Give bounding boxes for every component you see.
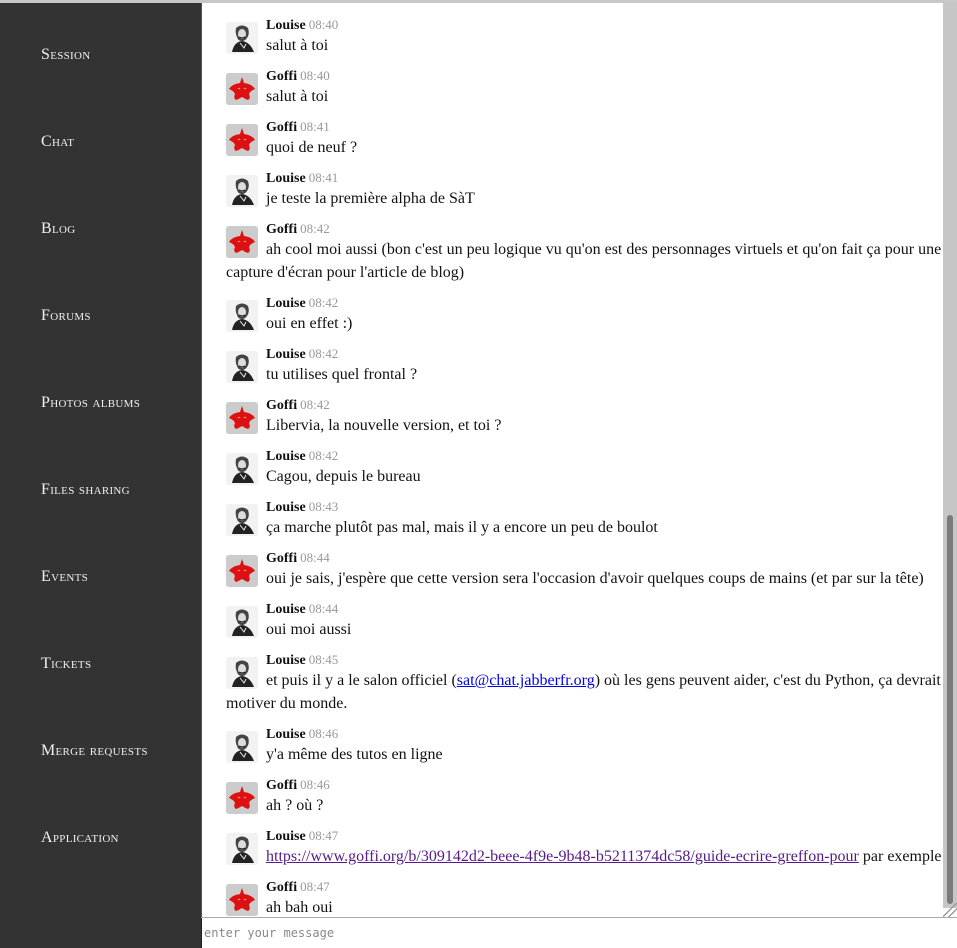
message-timestamp: 08:42 <box>308 448 339 463</box>
message-header: Goffi 08:47 <box>266 877 330 897</box>
message-author[interactable]: Louise <box>266 18 306 33</box>
resize-grip-icon[interactable] <box>943 903 957 917</box>
message-timestamp: 08:45 <box>308 652 339 667</box>
sidebar-item-forums[interactable]: Forums <box>41 307 91 325</box>
message-text: Cagou, depuis le bureau <box>266 468 421 485</box>
message-link[interactable]: https://www.goffi.org/b/309142d2-beee-4f… <box>266 848 859 865</box>
message-author[interactable]: Louise <box>266 500 306 515</box>
message-timestamp: 08:47 <box>308 828 339 843</box>
sidebar-item-events[interactable]: Events <box>41 568 88 586</box>
message-header: Goffi 08:42 <box>266 395 330 415</box>
message-author[interactable]: Louise <box>266 347 306 362</box>
message-timestamp: 08:44 <box>300 550 330 565</box>
scrollbar-thumb[interactable] <box>947 515 953 904</box>
message-timestamp: 08:43 <box>308 499 339 514</box>
message-timestamp: 08:46 <box>300 777 330 792</box>
message-text: ah bah oui <box>266 899 333 916</box>
message-header: Louise 08:47 <box>266 826 338 846</box>
message-timestamp: 08:40 <box>308 17 339 32</box>
message-link[interactable]: sat@chat.jabberfr.org <box>457 672 595 689</box>
message-timestamp: 08:42 <box>300 397 330 412</box>
message-text: ah ? où ? <box>266 797 324 814</box>
message-timestamp: 08:47 <box>300 879 330 894</box>
message-text: https://www.goffi.org/b/309142d2-beee-4f… <box>226 845 942 868</box>
chat-panel: Louise 08:40 salut à toi Goffi 08:40 salut à… <box>201 3 957 917</box>
sidebar-item-merge-requests[interactable]: Merge requests <box>41 742 148 760</box>
message-timestamp: 08:46 <box>308 726 339 741</box>
message-author[interactable]: Louise <box>266 727 306 742</box>
message-header: Louise 08:40 <box>266 15 338 35</box>
sidebar-item-blog[interactable]: Blog <box>41 220 75 238</box>
message-text: quoi de neuf ? <box>266 139 358 156</box>
message-header: Louise 08:44 <box>266 599 338 619</box>
message-text: Libervia, la nouvelle version, et toi ? <box>266 417 502 434</box>
sidebar-item-tickets[interactable]: Tickets <box>41 655 91 673</box>
message-header: Goffi 08:41 <box>266 117 330 137</box>
message-text: tu utilises quel frontal ? <box>266 366 418 383</box>
message-timestamp: 08:40 <box>300 68 330 83</box>
message-header: Goffi 08:44 <box>266 548 330 568</box>
message-text: oui moi aussi <box>266 621 352 638</box>
message-header: Goffi 08:46 <box>266 775 330 795</box>
message-timestamp: 08:44 <box>308 601 339 616</box>
message-author[interactable]: Louise <box>266 449 306 464</box>
message-text: ah cool moi aussi (bon c'est un peu logi… <box>226 241 942 281</box>
message-author[interactable]: Goffi <box>266 551 297 566</box>
message-author[interactable]: Louise <box>266 296 306 311</box>
sidebar-item-application[interactable]: Application <box>41 829 119 847</box>
message-text: y'a même des tutos en ligne <box>266 746 443 763</box>
message-timestamp: 08:42 <box>308 295 339 310</box>
message-author[interactable]: Goffi <box>266 69 297 84</box>
message-text: et puis il y a le salon officiel (sat@ch… <box>226 669 942 715</box>
message-header: Louise 08:42 <box>266 293 338 313</box>
message-author[interactable]: Goffi <box>266 880 297 895</box>
message-timestamp: 08:41 <box>300 119 330 134</box>
message-author[interactable]: Goffi <box>266 120 297 135</box>
message-author[interactable]: Louise <box>266 829 306 844</box>
message-header: Louise 08:45 <box>266 650 338 670</box>
message-header: Louise 08:42 <box>266 344 338 364</box>
message-text-after: par exemple <box>858 848 942 865</box>
message-text: oui en effet :) <box>266 315 353 332</box>
message-text-before: et puis il y a le salon officiel ( <box>266 672 457 689</box>
message-header: Goffi 08:40 <box>266 66 330 86</box>
message-composer <box>201 917 957 948</box>
message-author[interactable]: Goffi <box>266 398 297 413</box>
sidebar-item-session[interactable]: Session <box>41 46 91 64</box>
sidebar-item-chat[interactable]: Chat <box>41 133 74 151</box>
message-header: Louise 08:43 <box>266 497 338 517</box>
message-header: Louise 08:41 <box>266 168 338 188</box>
message-timestamp: 08:42 <box>300 221 330 236</box>
message-input[interactable] <box>201 918 957 948</box>
message-text: oui je sais, j'espère que cette version … <box>266 570 924 587</box>
message-author[interactable]: Louise <box>266 653 306 668</box>
message-timestamp: 08:42 <box>308 346 339 361</box>
message-list-scrollbar[interactable] <box>943 3 957 908</box>
message-header: Goffi 08:42 <box>266 219 330 239</box>
sidebar-item-files-sharing[interactable]: Files sharing <box>41 481 130 499</box>
sidebar-item-photos-albums[interactable]: Photos albums <box>41 394 140 412</box>
message-author[interactable]: Louise <box>266 602 306 617</box>
message-text: salut à toi <box>266 88 329 105</box>
message-text: ça marche plutôt pas mal, mais il y a en… <box>266 519 658 536</box>
sidebar-nav: Session Chat Blog Forums Photos albums F… <box>0 3 201 948</box>
message-header: Louise 08:46 <box>266 724 338 744</box>
message-author[interactable]: Goffi <box>266 778 297 793</box>
message-text: je teste la première alpha de SàT <box>266 190 475 207</box>
message-author[interactable]: Goffi <box>266 222 297 237</box>
message-text: salut à toi <box>266 37 329 54</box>
message-timestamp: 08:41 <box>308 170 339 185</box>
message-author[interactable]: Louise <box>266 171 306 186</box>
message-header: Louise 08:42 <box>266 446 338 466</box>
